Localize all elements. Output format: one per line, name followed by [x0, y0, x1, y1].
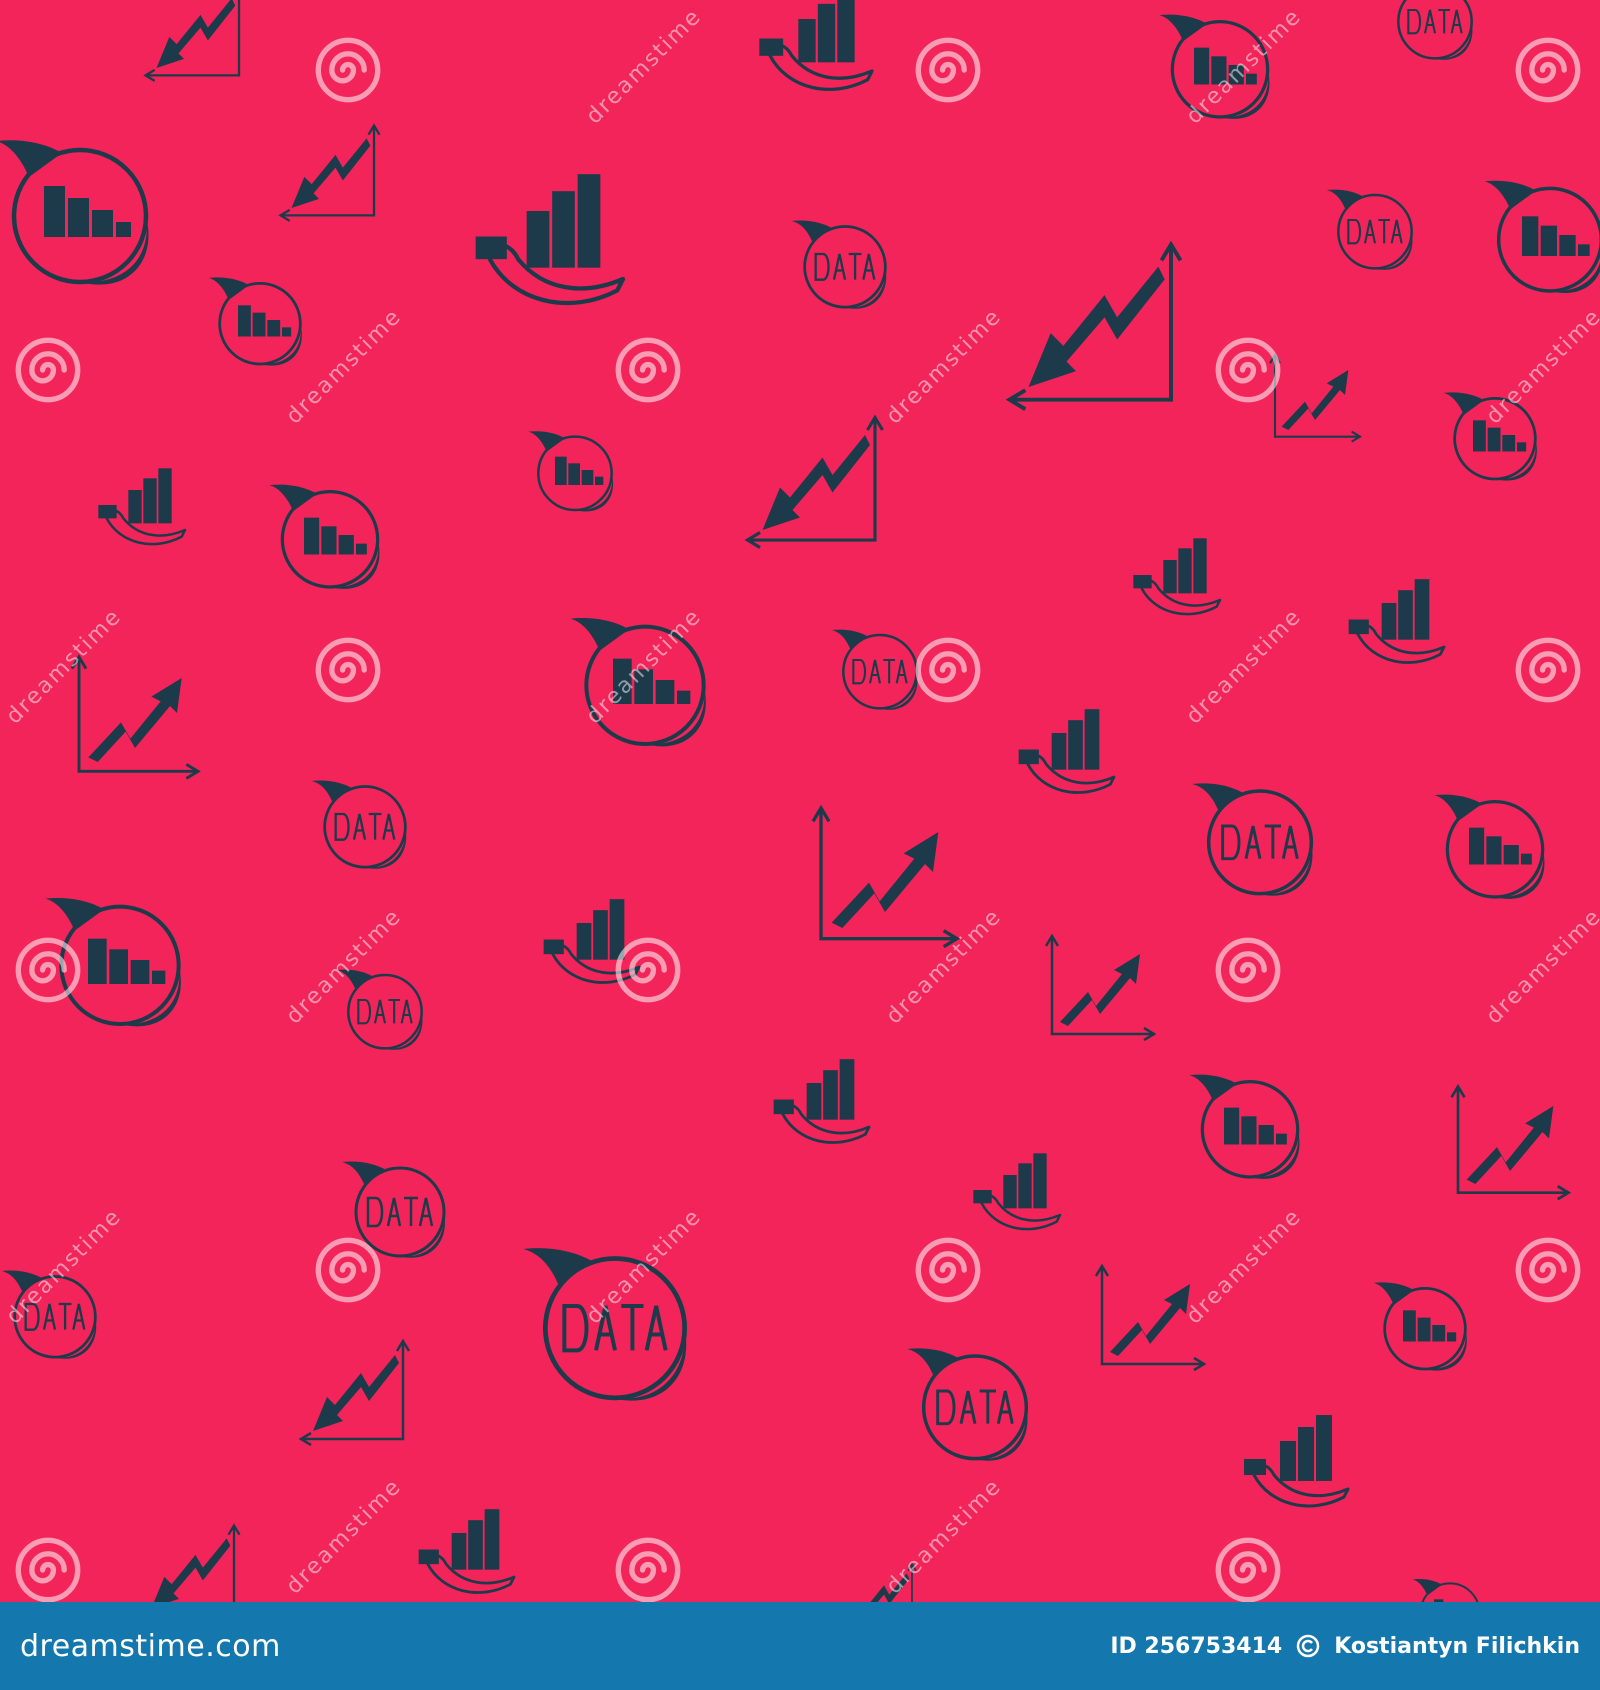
footer-meta: ID 256753414 Kostiantyn Filichkin — [1110, 1634, 1580, 1659]
chart-arrow-down-icon — [1010, 245, 1181, 410]
watermark-text: dreamstime — [582, 1204, 707, 1329]
chart-arrow-up-icon — [1450, 1085, 1570, 1201]
seamless-pattern: dreamstime dreamstime dreamstime dreamst… — [0, 0, 1600, 1602]
copyright-icon — [1296, 1634, 1320, 1658]
speech-bubble-data-icon — [1385, 0, 1474, 62]
speech-bubble-bar-chart-icon — [526, 429, 615, 513]
speech-bubble-data-icon — [830, 628, 919, 712]
speech-bubble-data-icon — [523, 1248, 686, 1400]
speech-bubble-data-icon — [905, 1346, 1030, 1463]
hand-holding-bar-chart-icon — [1347, 577, 1446, 665]
image-id-label: ID 256753414 — [1110, 1633, 1283, 1659]
watermark-text: dreamstime — [1482, 304, 1600, 429]
pattern-icons — [0, 0, 1600, 1602]
speech-bubble-bar-chart-icon — [1372, 1280, 1469, 1372]
watermark-text: dreamstime — [282, 904, 407, 1029]
speech-bubble-data-icon — [1325, 188, 1414, 272]
dreamstime-spiral-logo-icon — [318, 640, 377, 699]
dreamstime-spiral-logo-icon — [918, 640, 977, 699]
chart-arrow-up-icon — [1268, 353, 1362, 444]
dreamstime-spiral-logo-icon — [918, 1240, 977, 1299]
speech-bubble-data-icon — [310, 779, 408, 871]
footer-bar: dreamstime.com ID 256753414 Kostiantyn F… — [0, 1602, 1600, 1690]
speech-bubble-bar-chart-icon — [1187, 1072, 1302, 1181]
chart-arrow-up-icon — [811, 806, 959, 949]
pattern-canvas: dreamstime dreamstime dreamstime dreamst… — [0, 0, 1600, 1602]
speech-bubble-bar-chart-icon — [1410, 1577, 1483, 1602]
speech-bubble-bar-chart-icon — [267, 482, 382, 591]
chart-arrow-down-icon — [279, 124, 381, 223]
speech-bubble-data-icon — [335, 968, 424, 1052]
dreamstime-spiral-logo-icon — [18, 340, 77, 399]
chart-arrow-down-icon — [299, 1339, 411, 1447]
hand-holding-bar-chart-icon — [1131, 536, 1222, 616]
dreamstime-spiral-logo-icon — [1218, 340, 1277, 399]
watermark-texts: dreamstime dreamstime dreamstime dreamst… — [2, 4, 1600, 1599]
speech-bubble-data-icon — [1190, 781, 1315, 898]
speech-bubble-bar-chart-icon — [43, 895, 183, 1029]
footer-brand-link[interactable]: dreamstime.com — [20, 1629, 281, 1664]
hand-holding-bar-chart-icon — [971, 1151, 1062, 1231]
chart-arrow-down-icon — [144, 0, 246, 83]
chart-arrow-down-icon — [745, 415, 885, 550]
hand-holding-bar-chart-icon — [772, 1057, 871, 1145]
dreamstime-spiral-logo-icon — [1518, 640, 1577, 699]
speech-bubble-bar-chart-icon — [0, 140, 148, 284]
hand-holding-bar-chart-icon — [1017, 707, 1116, 794]
dreamstime-spiral-logo-icon — [318, 40, 377, 99]
watermark-spirals — [18, 40, 1577, 1599]
hand-holding-bar-chart-icon — [416, 1507, 516, 1595]
watermark-text: dreamstime — [882, 1474, 1007, 1599]
hand-holding-bar-chart-icon — [759, 0, 872, 89]
speech-bubble-bar-chart-icon — [1482, 178, 1600, 295]
hand-holding-bar-chart-icon — [1242, 1413, 1350, 1508]
chart-arrow-up-icon — [70, 655, 200, 780]
dreamstime-spiral-logo-icon — [918, 40, 977, 99]
speech-bubble-bar-chart-icon — [207, 275, 304, 367]
hand-holding-bar-chart-icon — [476, 174, 623, 303]
watermark-text: dreamstime — [2, 604, 127, 729]
dreamstime-spiral-logo-icon — [1518, 1240, 1577, 1299]
chart-arrow-down-icon — [139, 1524, 241, 1602]
hand-holding-bar-chart-icon — [542, 897, 641, 984]
watermark-text: dreamstime — [882, 904, 1007, 1029]
watermark-text: dreamstime — [1182, 604, 1307, 729]
watermark-text: dreamstime — [282, 1474, 407, 1599]
dreamstime-spiral-logo-icon — [18, 1540, 77, 1599]
watermark-text: dreamstime — [882, 304, 1007, 429]
watermark-text: dreamstime — [1182, 1204, 1307, 1329]
speech-bubble-bar-chart-icon — [1432, 792, 1547, 901]
watermark-text: dreamstime — [1482, 904, 1600, 1029]
dreamstime-spiral-logo-icon — [618, 1540, 677, 1599]
hand-holding-bar-chart-icon — [96, 466, 187, 546]
dreamstime-spiral-logo-icon — [618, 340, 677, 399]
dreamstime-spiral-logo-icon — [18, 940, 77, 999]
watermark-text: dreamstime — [582, 4, 707, 129]
speech-bubble-data-icon — [790, 219, 888, 311]
author-name[interactable]: Kostiantyn Filichkin — [1334, 1634, 1580, 1659]
chart-arrow-up-icon — [1044, 934, 1156, 1042]
dreamstime-spiral-logo-icon — [1218, 940, 1277, 999]
dreamstime-spiral-logo-icon — [318, 1240, 377, 1299]
dreamstime-spiral-logo-icon — [1218, 1540, 1277, 1599]
dreamstime-spiral-logo-icon — [1518, 40, 1577, 99]
